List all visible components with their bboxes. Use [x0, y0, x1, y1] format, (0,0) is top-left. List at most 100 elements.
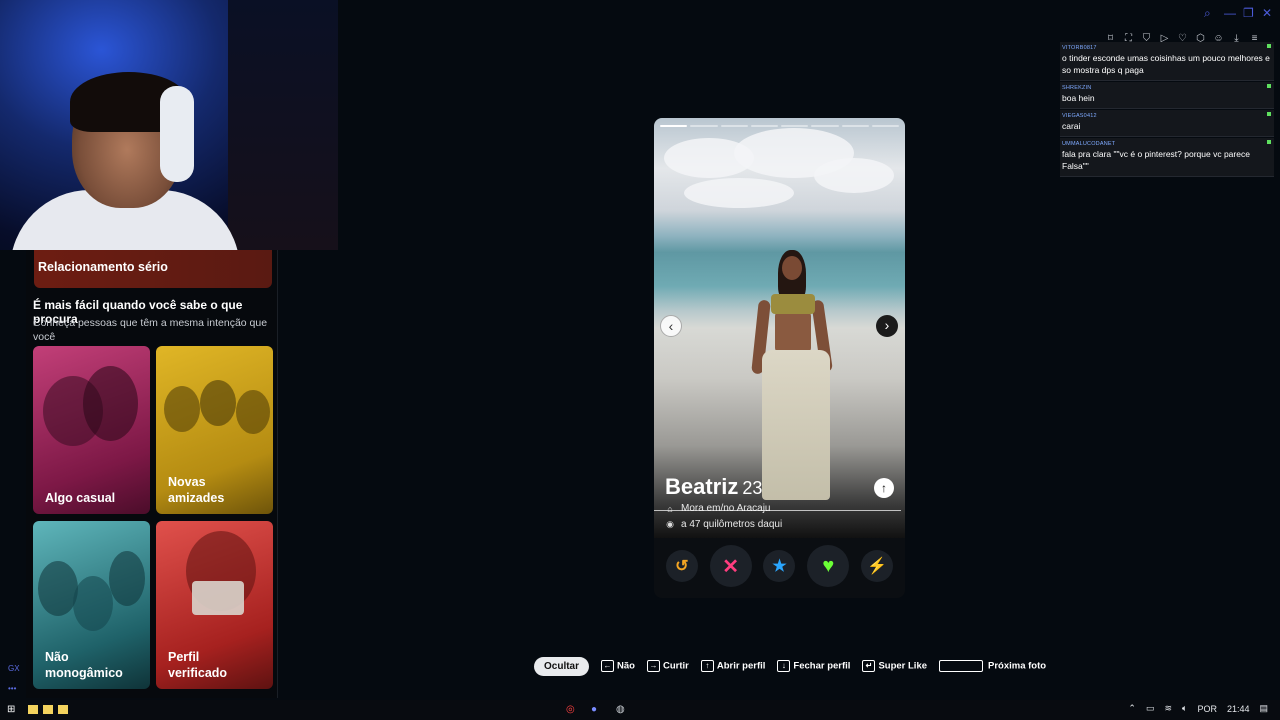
shortcut-label: Próxima foto: [988, 660, 1047, 672]
super-like-button[interactable]: ★: [763, 550, 796, 582]
hide-shortcuts-button[interactable]: Ocultar: [534, 656, 590, 676]
intent-banner[interactable]: Relacionamento sério: [34, 250, 272, 288]
photo-progress-segment: [750, 125, 778, 127]
stream-chat: vitorb0817 o tinder esconde umas coisinh…: [1060, 42, 1274, 178]
card-photo: [236, 390, 270, 434]
photo-progress: [660, 125, 899, 127]
webcam-overlay: [0, 0, 338, 250]
chevron-up-icon[interactable]: ⌃: [1128, 703, 1136, 714]
chevron-left-icon[interactable]: ‹: [660, 315, 682, 337]
card-label: Novas amizades: [168, 475, 225, 505]
screen: Relacionamento sério É mais fácil quando…: [0, 0, 1280, 720]
network-icon[interactable]: ▭: [1146, 703, 1155, 714]
search-icon[interactable]: ⌕: [1204, 6, 1211, 21]
shortcut-label: Curtir: [662, 660, 689, 672]
camera-image: [192, 581, 244, 615]
card-photo: [109, 551, 145, 606]
card-photo: [73, 576, 113, 631]
folder-icon[interactable]: [58, 705, 68, 714]
arrow-up-key-icon: ↑: [700, 660, 714, 672]
card-label: Perfil verificado: [168, 650, 228, 680]
arrow-left-key-icon: ←: [601, 660, 615, 672]
photo-progress-segment: [871, 125, 899, 127]
home-icon: ⌂: [667, 503, 673, 514]
card-photo: [200, 380, 236, 426]
profile-name-row: Beatriz 23: [665, 474, 762, 500]
photo-progress-segment: [781, 125, 809, 127]
person-top: [771, 294, 815, 314]
shortcut-open-profile: ↑ Abrir perfil: [700, 660, 766, 672]
more-menu-icon[interactable]: •••: [8, 684, 16, 693]
badge-icon: [1267, 112, 1271, 116]
shortcut-like: → Curtir: [646, 660, 689, 672]
card-photo: [38, 561, 78, 616]
rewind-button[interactable]: ↺: [665, 550, 698, 582]
windows-start-icon[interactable]: ⊞: [7, 704, 15, 716]
arrow-right-key-icon: →: [646, 660, 660, 672]
shortcut-label: Abrir perfil: [716, 660, 766, 672]
explore-panel: Relacionamento sério É mais fácil quando…: [26, 250, 278, 698]
chat-username: shrekzin: [1062, 85, 1092, 91]
lives-in-row: ⌂ Mora em/no Aracaju: [665, 503, 771, 514]
badge-icon: [1267, 140, 1271, 144]
section-subtitle: Conheça pessoas que têm a mesma intenção…: [33, 317, 268, 343]
folder-icon[interactable]: [43, 705, 53, 714]
shortcut-no: ← Não: [601, 660, 635, 672]
profile-name: Beatriz: [665, 474, 739, 499]
minimize-icon[interactable]: —: [1224, 6, 1236, 20]
language-indicator[interactable]: POR: [1197, 704, 1217, 714]
boost-button[interactable]: ⚡: [861, 550, 894, 582]
photo-progress-segment: [660, 125, 688, 127]
cloud-shape: [684, 178, 794, 208]
action-bar: ↺ ✕ ★ ♥ ⚡: [654, 545, 905, 587]
chat-message: vitorb0817 o tinder esconde umas coisinh…: [1060, 42, 1274, 81]
card-perfil-verificado[interactable]: Perfil verificado: [156, 521, 273, 689]
like-button[interactable]: ♥: [807, 545, 850, 587]
open-profile-icon[interactable]: ↑: [874, 478, 894, 498]
taskbar: ⊞ ◎ ● ◍ ⌃ ▭ ≋ 🔈︎ POR 21:44 ▤: [0, 700, 1280, 720]
chevron-right-icon[interactable]: ›: [876, 315, 898, 337]
card-algo-casual[interactable]: Algo casual: [33, 346, 150, 514]
close-icon[interactable]: ✕: [1262, 6, 1272, 20]
card-novas-amizades[interactable]: Novas amizades: [156, 346, 273, 514]
chat-username: vitorb0817: [1062, 45, 1097, 51]
shortcut-label: Fechar perfil: [793, 660, 851, 672]
shortcut-bar: Ocultar ← Não → Curtir ↑ Abrir perfil ↓ Fech…: [534, 656, 1046, 676]
location-pin-icon: ◉: [666, 519, 674, 529]
profile-card[interactable]: ‹ › Beatriz 23 ↑ ⌂ Mora em/no Aracaju ◉ a…: [654, 118, 905, 598]
close-icon: ✕: [722, 555, 740, 578]
gx-label[interactable]: GX: [8, 664, 20, 673]
app-icon[interactable]: ◍: [616, 704, 625, 716]
distance-text: a 47 quilômetros daqui: [681, 519, 783, 530]
cloud-shape: [814, 158, 894, 193]
card-photo: [164, 386, 200, 432]
photo-progress-segment: [811, 125, 839, 127]
headset: [160, 86, 194, 182]
heart-icon: ♥: [822, 554, 835, 577]
photo-progress-segment: [720, 125, 748, 127]
notification-icon[interactable]: ▤: [1259, 703, 1268, 714]
nope-button[interactable]: ✕: [709, 545, 752, 587]
divider: [654, 510, 901, 511]
photo-progress-segment: [690, 125, 718, 127]
restore-icon[interactable]: ❐: [1243, 6, 1254, 20]
folder-icon[interactable]: [28, 705, 38, 714]
rewind-icon: ↺: [675, 558, 689, 575]
shortcut-label: Super Like: [878, 660, 928, 672]
chat-message: viegas0412 carai: [1060, 110, 1274, 137]
lightning-icon: ⚡: [867, 558, 888, 575]
clock[interactable]: 21:44: [1227, 704, 1250, 714]
wifi-icon[interactable]: ≋: [1164, 703, 1172, 714]
spacebar-key-icon: [939, 660, 984, 672]
volume-icon[interactable]: 🔈︎: [1182, 703, 1187, 714]
chat-text: boa hein: [1062, 93, 1095, 103]
shortcut-next-photo: Próxima foto: [939, 660, 1046, 672]
lives-in-text: Mora em/no Aracaju: [681, 503, 771, 514]
chat-message: shrekzin boa hein: [1060, 82, 1274, 109]
shortcut-super-like: ↵ Super Like: [862, 660, 927, 672]
distance-row: ◉ a 47 quilômetros daqui: [665, 519, 782, 530]
discord-icon[interactable]: ●: [591, 704, 597, 716]
chat-text: carai: [1062, 121, 1081, 131]
opera-gx-icon[interactable]: ◎: [566, 704, 575, 716]
card-nao-monogamico[interactable]: Não monogâmico: [33, 521, 150, 689]
